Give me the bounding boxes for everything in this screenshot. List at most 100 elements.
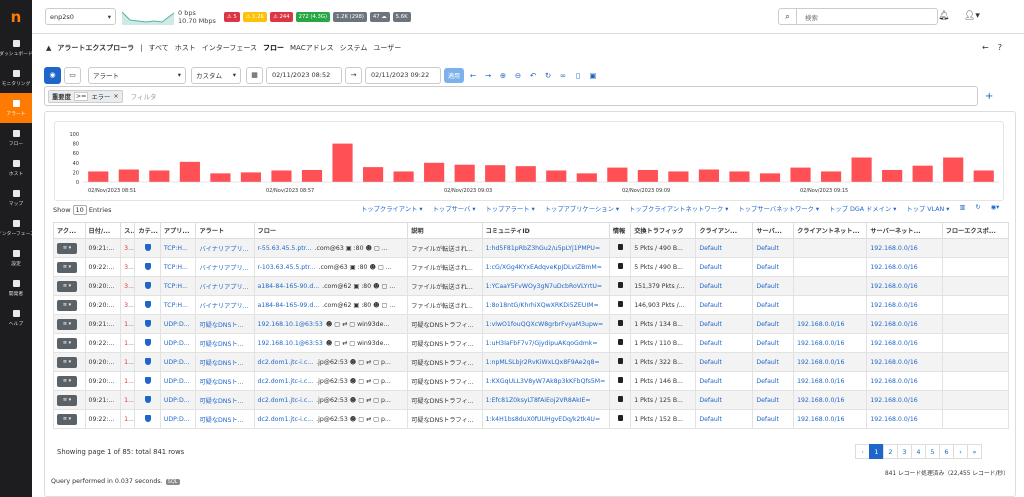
chart-bar[interactable] <box>210 173 231 182</box>
server-network-cell[interactable]: 192.168.0.0/16 <box>866 314 943 334</box>
flow-host-link[interactable]: 192.168.10.1@63:53 <box>258 340 323 347</box>
column-header[interactable]: 説明 <box>407 222 483 239</box>
copy-icon[interactable] <box>617 377 623 383</box>
community-id-cell[interactable]: 1:KXGqULL3V8yW7Ak8p3kKFbQfs5M= <box>481 371 610 391</box>
archive-icon[interactable]: ▣ <box>587 71 599 80</box>
sidebar-item-7[interactable]: 設定 <box>0 243 32 273</box>
top-dropdown[interactable]: トップアラート ▾ <box>485 204 534 213</box>
row-actions-button[interactable]: ≡ ▾ <box>57 299 77 311</box>
client-network-cell[interactable] <box>793 238 868 258</box>
server-network-cell[interactable]: 192.168.0.0/16 <box>866 257 943 277</box>
flow-host-link[interactable]: a184-84-165-99.d... <box>258 302 320 309</box>
arrow-right-icon[interactable]: → <box>482 71 494 80</box>
copy-icon[interactable] <box>617 396 623 402</box>
column-header[interactable]: ス... <box>120 222 136 239</box>
user-icon[interactable]: 👤︎▾ <box>964 11 980 21</box>
zoom-out-icon[interactable]: ⊖ <box>512 71 524 80</box>
client-network-cell[interactable]: 192.168.0.0/16 <box>793 352 868 372</box>
back-arrow-icon[interactable]: ← <box>982 43 989 52</box>
client-pool-cell[interactable]: Default <box>695 238 754 258</box>
client-pool-cell[interactable]: Default <box>695 390 754 410</box>
copy-icon[interactable] <box>617 320 623 326</box>
undo-icon[interactable]: ↶ <box>527 71 539 80</box>
arrow-left-icon[interactable]: ← <box>467 71 479 80</box>
breadcrumb-tab[interactable]: ホスト <box>175 43 196 53</box>
chart-bar[interactable] <box>424 162 445 182</box>
flow-host-link[interactable]: 192.168.10.1@63:53 <box>258 321 323 328</box>
flow-host-link[interactable]: a184-84-165-90.d... <box>258 283 320 290</box>
chart-bar[interactable] <box>332 143 353 182</box>
top-dropdown[interactable]: トップサーバ ▾ <box>433 204 476 213</box>
refresh-icon[interactable]: ↻ <box>542 71 554 80</box>
top-dropdown[interactable]: トップクライアント ▾ <box>361 204 423 213</box>
chart-bar[interactable] <box>576 173 597 182</box>
server-pool-cell[interactable]: Default <box>752 333 795 353</box>
chart-bar[interactable] <box>179 161 200 182</box>
breadcrumb-tab[interactable]: すべて <box>149 43 169 53</box>
application-cell[interactable]: UDP:D... <box>159 352 197 372</box>
server-pool-cell[interactable]: Default <box>752 276 795 296</box>
status-badge[interactable]: ⚠ 1.2K <box>242 11 268 22</box>
top-dropdown[interactable]: トップ VLAN ▾ <box>906 204 949 213</box>
breadcrumb-tab[interactable]: ユーザー <box>373 43 401 53</box>
chart-bar[interactable] <box>149 170 170 182</box>
server-network-cell[interactable]: 192.168.0.0/16 <box>866 409 943 429</box>
row-actions-button[interactable]: ≡ ▾ <box>57 394 77 406</box>
flow-host-link[interactable]: dc2.dom1.jtc-i.c... <box>258 397 314 404</box>
alert-cell[interactable]: バイナリアプリ... <box>195 238 255 258</box>
server-network-cell[interactable]: 192.168.0.0/16 <box>866 371 943 391</box>
sidebar-item-3[interactable]: フロー <box>0 123 32 153</box>
status-badge[interactable]: ⚠ 244 <box>270 11 293 22</box>
row-actions-button[interactable]: ≡ ▾ <box>57 280 77 292</box>
server-pool-cell[interactable]: Default <box>752 257 795 277</box>
application-cell[interactable]: TCP:H... <box>159 295 197 315</box>
client-network-cell[interactable] <box>793 257 868 277</box>
columns-icon[interactable]: ▥ <box>959 204 965 213</box>
alert-cell[interactable]: 可疑なDNSト... <box>195 409 255 429</box>
column-header[interactable]: 日付/... <box>84 222 122 239</box>
monitor-icon[interactable]: ▭ <box>64 66 81 84</box>
zoom-in-icon[interactable]: ⊕ <box>497 71 509 80</box>
link-icon[interactable]: ∞ <box>557 71 569 80</box>
community-id-cell[interactable]: 1:cG/XGg4KYxEAdqveKpJDLvIZBmM= <box>481 257 610 277</box>
chart-bar[interactable] <box>546 170 567 182</box>
community-id-cell[interactable]: 1:8o18ntG/KhrhiXQwXRKDi5ZEUIM= <box>481 295 610 315</box>
chart-bar[interactable] <box>454 164 475 182</box>
client-network-cell[interactable]: 192.168.0.0/16 <box>793 371 868 391</box>
search-icon[interactable]: ⌕ <box>779 9 797 24</box>
server-pool-cell[interactable]: Default <box>752 409 795 429</box>
sidebar-item-8[interactable]: 開発者 <box>0 273 32 303</box>
filter-tag[interactable]: 重要度 >= エラー × <box>48 89 123 103</box>
copy-icon[interactable] <box>617 244 623 250</box>
client-pool-cell[interactable]: Default <box>695 314 754 334</box>
server-network-cell[interactable]: 192.168.0.0/16 <box>866 276 943 296</box>
end-date-input[interactable]: 02/11/2023 09:22 <box>365 66 441 84</box>
application-cell[interactable]: UDP:D... <box>159 409 197 429</box>
client-network-cell[interactable]: 192.168.0.0/16 <box>793 390 868 410</box>
top-dropdown[interactable]: トップクライアントネットワーク ▾ <box>629 204 728 213</box>
alert-cell[interactable]: 可疑なDNSト... <box>195 333 255 353</box>
copy-icon[interactable] <box>617 339 623 345</box>
column-header[interactable]: アプリ... <box>159 222 197 239</box>
row-actions-button[interactable]: ≡ ▾ <box>57 375 77 387</box>
server-network-cell[interactable]: 192.168.0.0/16 <box>866 390 943 410</box>
community-id-cell[interactable]: 1:hd5F81pRbZ3hGu2/u5pLYj1PMPU= <box>481 238 610 258</box>
server-pool-cell[interactable]: Default <box>752 390 795 410</box>
help-icon[interactable]: ? <box>998 43 1002 52</box>
server-pool-cell[interactable]: Default <box>752 352 795 372</box>
page-button[interactable]: 1 <box>869 444 884 459</box>
sidebar-item-1[interactable]: モニタリング <box>0 63 32 93</box>
community-id-cell[interactable]: 1:uH3IaFbF7v7/GjydipuAKqoGdmk= <box>481 333 610 353</box>
chart-bar[interactable] <box>698 169 720 182</box>
chart-bar[interactable] <box>362 167 384 182</box>
breadcrumb-tab[interactable]: MACアドレス <box>290 43 334 53</box>
client-pool-cell[interactable]: Default <box>695 371 754 391</box>
chart-bar[interactable] <box>882 170 903 182</box>
copy-icon[interactable] <box>617 358 623 364</box>
flow-host-link[interactable]: r-103.63.45.5.ptr... <box>258 264 316 271</box>
server-pool-cell[interactable]: Default <box>752 238 795 258</box>
alert-cell[interactable]: 可疑なDNSト... <box>195 390 255 410</box>
calendar-icon[interactable]: ▦ <box>246 66 263 84</box>
sidebar-item-5[interactable]: マップ <box>0 183 32 213</box>
chart-bar[interactable] <box>851 157 872 182</box>
